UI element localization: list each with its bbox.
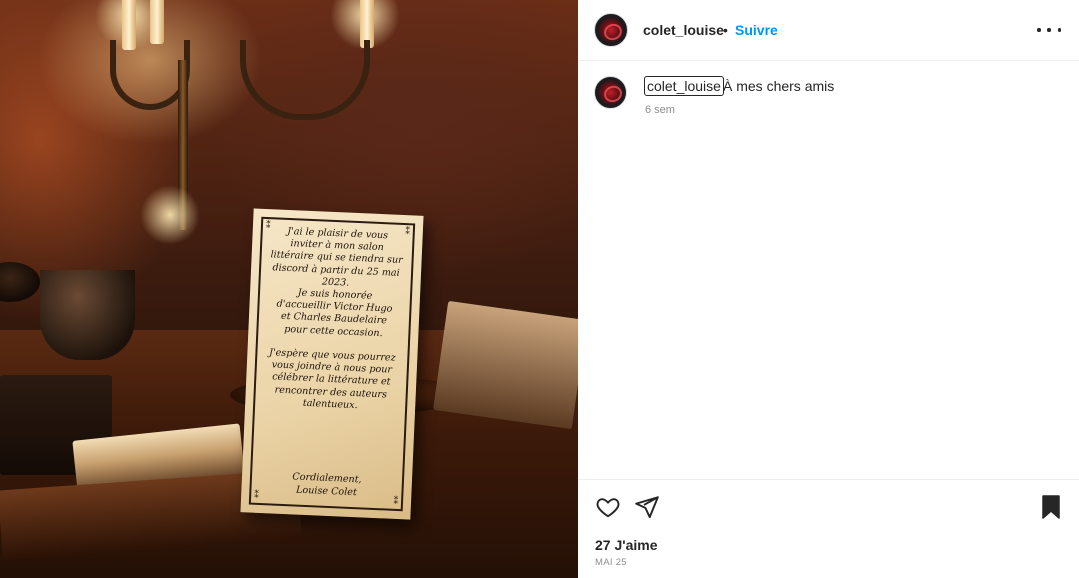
heart-icon[interactable] [595, 494, 621, 520]
post-panel: colet_louise • Suivre colet_louise À mes… [578, 0, 1079, 578]
caption-avatar[interactable] [594, 76, 627, 109]
action-bar: 27 J'aime MAI 25 [578, 479, 1079, 578]
candle [150, 0, 164, 44]
lamp-glow [140, 185, 200, 245]
invitation-text: J'ai le plaisir de vous inviter à mon sa… [268, 225, 403, 411]
post-username[interactable]: colet_louise [643, 22, 724, 38]
follow-button[interactable]: Suivre [735, 22, 778, 38]
post-header: colet_louise • Suivre [578, 0, 1079, 61]
avatar[interactable] [594, 13, 628, 47]
bookmark-icon[interactable] [1039, 494, 1063, 520]
teapot [40, 270, 135, 360]
book [433, 300, 578, 430]
caption-username[interactable]: colet_louise [644, 76, 724, 96]
like-count[interactable]: 27 J'aime [595, 537, 658, 553]
post-date: MAI 25 [595, 557, 627, 568]
candelabra [240, 40, 370, 120]
separator-dot: • [723, 22, 728, 38]
invitation-card: ⁑ ⁑ ⁑ ⁑ J'ai le plaisir de vous inviter … [240, 208, 424, 520]
send-icon[interactable] [634, 494, 660, 520]
more-options-icon[interactable] [1037, 22, 1061, 38]
caption-timestamp[interactable]: 6 sem [645, 104, 675, 116]
post-image[interactable]: ⁑ ⁑ ⁑ ⁑ J'ai le plaisir de vous inviter … [0, 0, 578, 578]
caption-text: À mes chers amis [723, 78, 835, 94]
saucer [0, 262, 40, 302]
